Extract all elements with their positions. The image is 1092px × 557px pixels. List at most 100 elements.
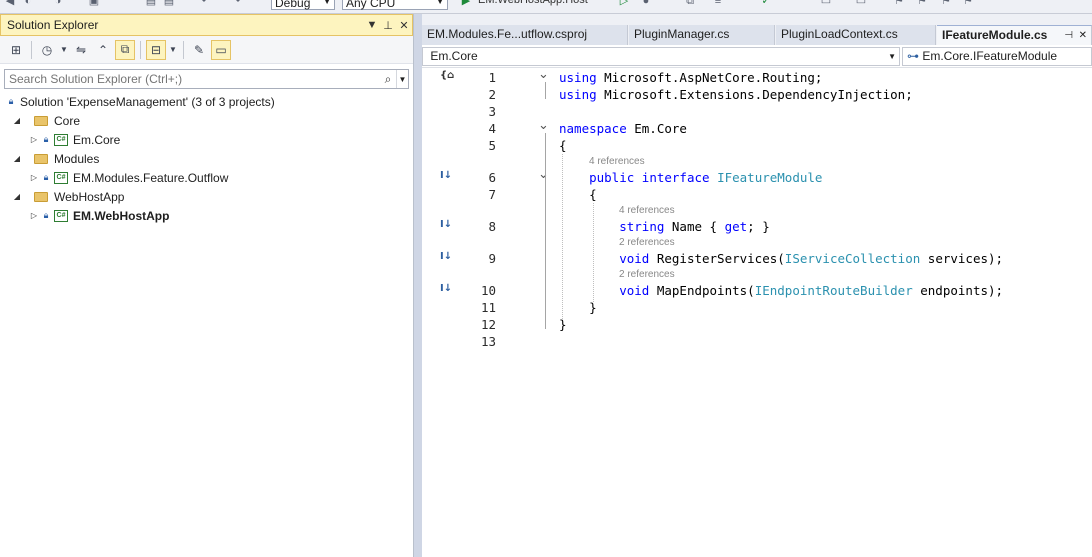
tree-folder-core[interactable]: ◢ Core — [0, 111, 413, 130]
code-line[interactable]: I↓ 8 string Name { get; } — [422, 219, 1092, 236]
view-class-diagram-icon[interactable]: ⊟ — [146, 39, 166, 60]
indent-guide — [562, 154, 563, 319]
tree-project-em-webhostapp[interactable]: ▷ 🔒︎ C# EM.WebHostApp — [0, 206, 413, 225]
expanded-chevron-icon[interactable]: ◢ — [10, 154, 24, 163]
tree-folder-webhostapp[interactable]: ◢ WebHostApp — [0, 187, 413, 206]
toolbar-separator — [31, 40, 32, 59]
codelens-references[interactable]: 4 references — [589, 156, 645, 170]
tree-folder-modules[interactable]: ◢ Modules — [0, 149, 413, 168]
fold-chevron-icon[interactable]: ⌄ — [538, 118, 549, 133]
redo-icon[interactable]: ↷ — [230, 0, 242, 7]
collapsed-chevron-icon[interactable]: ▷ — [27, 211, 41, 220]
window-position-icon[interactable]: ▼ — [364, 19, 380, 31]
search-icon[interactable]: ⌕ — [380, 72, 396, 87]
code-line[interactable]: I↓ 9 void RegisterServices(IServiceCollec… — [422, 251, 1092, 268]
plain-token: Em.Core — [626, 121, 687, 136]
bookmark-prev-icon[interactable]: ⚑ — [916, 0, 928, 7]
chevron-down-icon[interactable]: ▼ — [168, 40, 178, 60]
keyword-token: void — [619, 251, 650, 266]
project-nav-dropdown[interactable]: Em.Core ▼ — [422, 46, 900, 66]
line-number: 2 — [488, 87, 496, 102]
collapsed-chevron-icon[interactable]: ▷ — [27, 135, 41, 144]
folder-icon — [34, 115, 48, 126]
attach-icon[interactable]: ⧉ — [684, 0, 696, 7]
expanded-chevron-icon[interactable]: ◢ — [10, 192, 24, 201]
platform-dropdown[interactable]: Any CPU ▼ — [342, 0, 448, 10]
bookmark-icon[interactable]: ⚑ — [893, 0, 905, 7]
quick-action-icon[interactable]: {⌂ — [440, 70, 456, 81]
run-icon[interactable]: ▶ — [460, 0, 472, 7]
search-options-chevron-icon[interactable]: ▼ — [396, 70, 408, 88]
fold-chevron-icon[interactable]: ⌄ — [538, 67, 549, 82]
new-item-icon[interactable]: ▣ — [88, 0, 100, 7]
pin-icon[interactable]: ⊣ — [1064, 30, 1073, 41]
implemented-by-icon[interactable]: I↓ — [440, 283, 456, 294]
chevron-down-icon[interactable]: ▼ — [59, 40, 69, 60]
back-icon[interactable]: ◀ — [4, 0, 16, 7]
implemented-by-icon[interactable]: I↓ — [440, 219, 456, 230]
search-input[interactable] — [5, 72, 380, 86]
tab-ifeature-module[interactable]: IFeatureModule.cs ⊣ ✕ — [937, 25, 1092, 45]
bookmark-next-icon[interactable]: ⚑ — [940, 0, 952, 7]
codelens-references[interactable]: 4 references — [619, 205, 675, 219]
uncomment-icon[interactable]: ▭ — [855, 0, 867, 7]
format-icon[interactable]: ≡ — [712, 0, 724, 7]
tab-plugin-manager[interactable]: PluginManager.cs — [629, 25, 775, 45]
close-icon[interactable]: ✕ — [1079, 30, 1087, 41]
codelens-references[interactable]: 2 references — [619, 237, 675, 251]
tree-project-em-core[interactable]: ▷ 🔒︎ C# Em.Core — [0, 130, 413, 149]
undo-icon[interactable]: ↶ — [200, 0, 212, 7]
code-line[interactable]: 3 — [422, 104, 1092, 121]
pending-changes-filter-icon[interactable]: ◷ — [37, 40, 57, 60]
pin-icon[interactable]: ⊥ — [380, 19, 396, 32]
code-line[interactable]: 11 } — [422, 300, 1092, 317]
close-icon[interactable]: ✕ — [396, 19, 412, 32]
code-line[interactable]: I↓ 6 ⌄ public interface IFeatureModule — [422, 167, 1092, 187]
check-icon[interactable]: ✓ — [760, 0, 772, 7]
collapsed-chevron-icon[interactable]: ▷ — [27, 173, 41, 182]
code-line[interactable]: 12} — [422, 317, 1092, 334]
code-line[interactable]: 13 — [422, 334, 1092, 351]
tab-em-modules-csproj[interactable]: EM.Modules.Fe...utflow.csproj — [422, 25, 628, 45]
tree-project-em-modules-feature-outflow[interactable]: ▷ 🔒︎ C# EM.Modules.Feature.Outflow — [0, 168, 413, 187]
switch-views-icon[interactable]: ⊞ — [6, 40, 26, 60]
solution-node[interactable]: 🔒︎ Solution 'ExpenseManagement' (3 of 3 … — [0, 92, 413, 111]
line-number: 12 — [480, 317, 496, 332]
comment-icon[interactable]: ▭ — [820, 0, 832, 7]
implemented-by-icon[interactable]: I↓ — [440, 251, 456, 262]
implemented-by-icon[interactable]: I↓ — [440, 170, 456, 181]
sync-with-document-icon[interactable]: ⇋ — [71, 40, 91, 60]
configuration-dropdown[interactable]: Debug ▼ — [271, 0, 335, 10]
line-number: 13 — [480, 334, 496, 349]
code-line[interactable]: 7 { — [422, 187, 1092, 204]
code-text: { — [559, 187, 597, 202]
code-line[interactable]: {⌂ 1 ⌄ using Microsoft.AspNetCore.Routing; — [422, 67, 1092, 87]
code-text: } — [559, 300, 597, 315]
solution-explorer-search[interactable]: ⌕ ▼ — [4, 69, 409, 89]
code-line[interactable]: 5{ — [422, 138, 1092, 155]
code-text: using Microsoft.Extensions.DependencyInj… — [559, 87, 913, 102]
save-icon[interactable]: ▤ — [145, 0, 157, 7]
preview-selected-items-icon[interactable]: ▭ — [211, 39, 231, 60]
bookmark-clear-icon[interactable]: ⚑ — [962, 0, 974, 7]
forward-icon[interactable]: ◑ — [52, 0, 64, 7]
code-line[interactable]: 4 ⌄ namespace Em.Core — [422, 118, 1092, 138]
start-without-debug-icon[interactable]: ▷ — [618, 0, 630, 7]
panel-splitter[interactable] — [414, 14, 422, 557]
stop-icon[interactable]: ● — [640, 0, 652, 7]
run-target-button[interactable]: EM.WebHostApp.Host — [478, 0, 588, 10]
codelens-references[interactable]: 2 references — [619, 269, 675, 283]
properties-wrench-icon[interactable]: ✎ — [189, 40, 209, 60]
type-nav-dropdown[interactable]: ⊶ Em.Core.IFeatureModule — [902, 46, 1092, 66]
collapse-all-icon[interactable]: ⌃ — [93, 40, 113, 60]
expanded-chevron-icon[interactable]: ◢ — [10, 116, 24, 125]
navigate-back-icon[interactable]: ◐ — [22, 0, 34, 7]
show-all-files-icon[interactable]: ⧉ — [115, 39, 135, 60]
code-line[interactable]: 2 using Microsoft.Extensions.DependencyIn… — [422, 87, 1092, 104]
plain-token: MapEndpoints( — [649, 283, 755, 298]
solution-explorer-titlebar: Solution Explorer ▼ ⊥ ✕ — [0, 14, 413, 36]
save-all-icon[interactable]: ▤ — [163, 0, 175, 7]
code-line[interactable]: I↓ 10 void MapEndpoints(IEndpointRouteBui… — [422, 283, 1092, 300]
tab-plugin-load-context[interactable]: PluginLoadContext.cs — [776, 25, 936, 45]
